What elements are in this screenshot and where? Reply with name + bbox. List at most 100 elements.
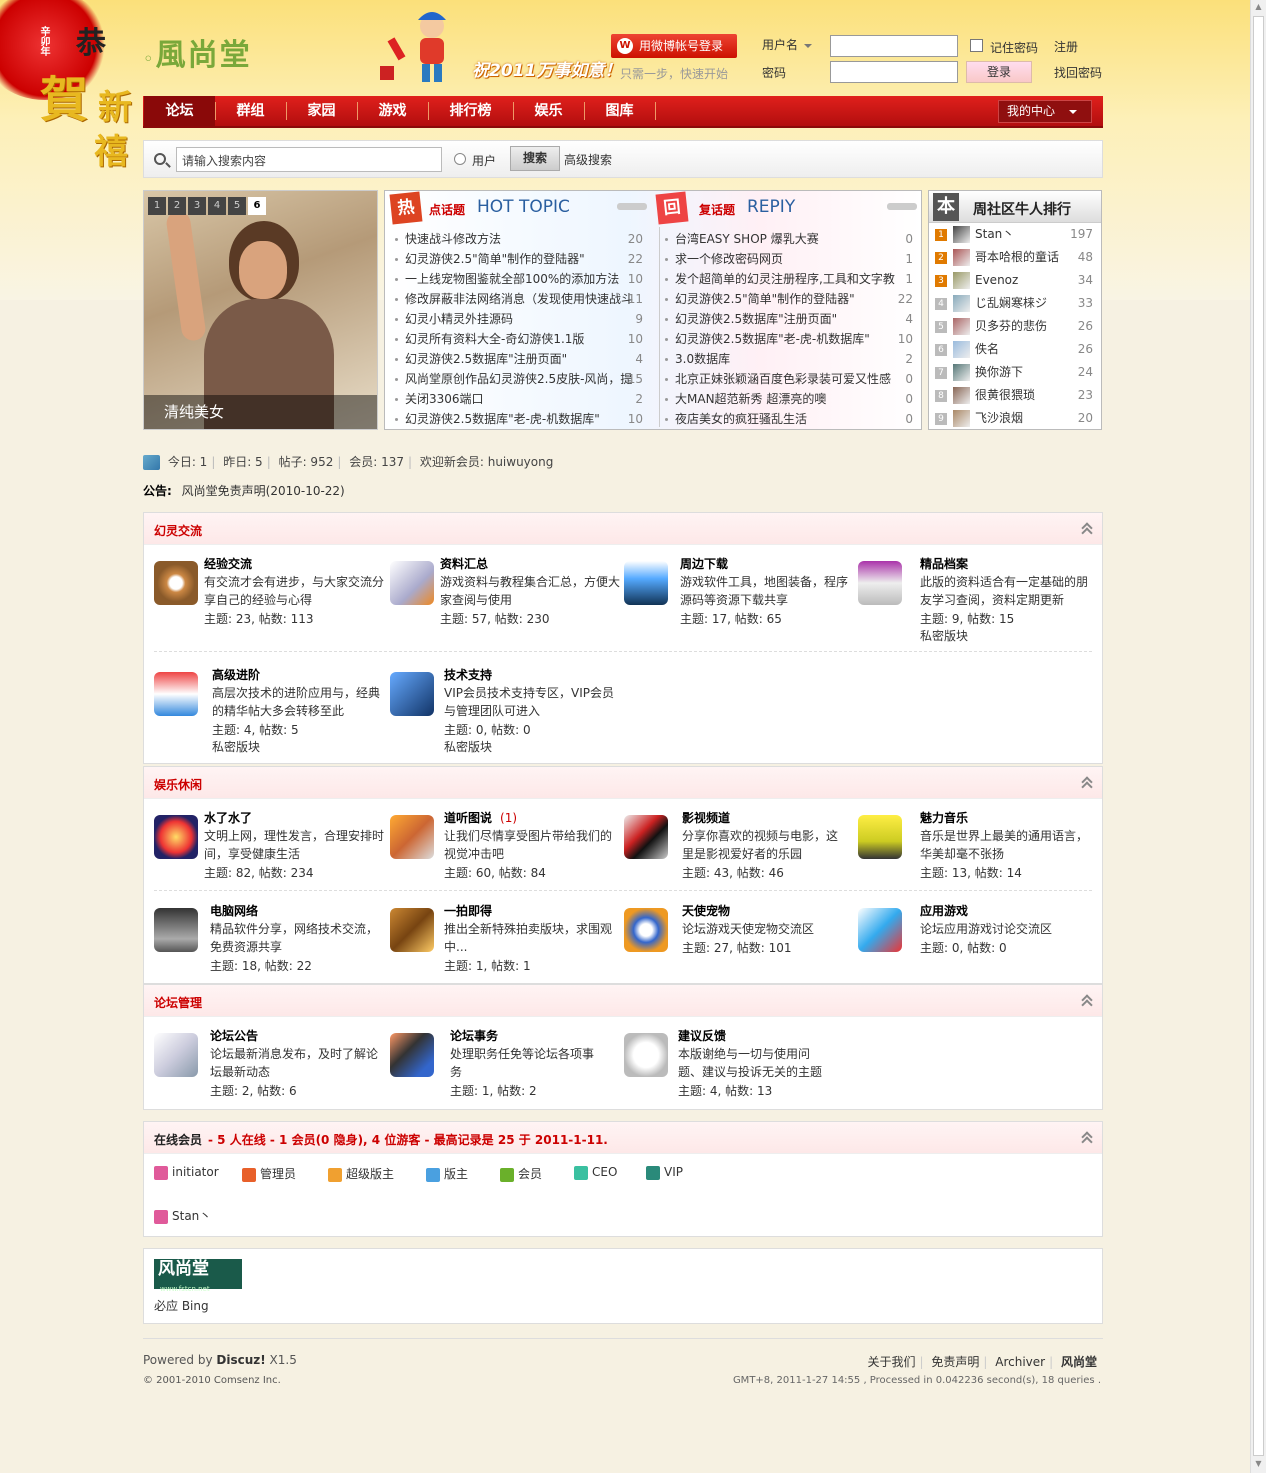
- forum-name-text[interactable]: 技术支持: [444, 668, 492, 682]
- topic-row[interactable]: 一上线宠物图鉴就全部100%的添加方法 10: [385, 269, 653, 289]
- topic-title[interactable]: 大MAN超范新秀 超漂亮的噢: [675, 389, 903, 409]
- forum-name-text[interactable]: 论坛事务: [450, 1029, 498, 1043]
- user-radio[interactable]: [454, 153, 466, 165]
- topic-row[interactable]: 大MAN超范新秀 超漂亮的噢 0: [655, 389, 923, 409]
- topic-row[interactable]: 幻灵游侠2.5数据库"注册页面" 4: [655, 309, 923, 329]
- announcement-link[interactable]: 风尚堂免责声明(2010-10-22): [182, 484, 345, 498]
- topic-title[interactable]: 幻灵小精灵外挂源码: [405, 309, 633, 329]
- site-logo[interactable]: ◦風尚堂: [143, 30, 252, 74]
- topic-title[interactable]: 北京正妹张颖涵百度色彩录装可爱又性感: [675, 369, 903, 389]
- avatar[interactable]: [953, 295, 970, 312]
- ranking-row[interactable]: 7 换你游下 24: [929, 361, 1101, 384]
- forgot-password-link[interactable]: 找回密码: [1054, 64, 1102, 81]
- topic-title[interactable]: 夜店美女的疯狂骚乱生活: [675, 409, 903, 429]
- rank-user-name[interactable]: 飞沙浪烟: [975, 407, 1023, 430]
- forum-name[interactable]: 精品档案: [920, 555, 968, 572]
- my-center-dropdown[interactable]: 我的中心: [998, 100, 1092, 123]
- forum-name[interactable]: 水了水了: [204, 809, 252, 826]
- snail-pet-icon[interactable]: [624, 908, 668, 952]
- forum-item[interactable]: 精品档案 此版的资料适合有一定基础的朋 友学习查阅，资料定期更新 主题: 9, 帖数:…: [858, 555, 1088, 655]
- topic-title[interactable]: 幻灵游侠2.5"简单"制作的登陆器": [405, 249, 633, 269]
- stat-newest-member[interactable]: 欢迎新会员: huiwuyong: [420, 455, 554, 469]
- forum-name[interactable]: 道听图说 (1): [444, 809, 517, 826]
- collapse-icon[interactable]: [1082, 995, 1092, 1005]
- nav-item-ranking[interactable]: 排行榜: [428, 96, 513, 126]
- ranking-row[interactable]: 6 佚名 26: [929, 338, 1101, 361]
- rank-user-name[interactable]: じ乱娴寒梾ジ: [975, 292, 1047, 315]
- ranking-row[interactable]: 1 Stan丶 197: [929, 223, 1101, 246]
- topic-title[interactable]: 关闭3306端口: [405, 389, 633, 409]
- download-arrow-icon[interactable]: [624, 561, 668, 605]
- archive-box-icon[interactable]: [858, 561, 902, 605]
- register-link[interactable]: 注册: [1054, 38, 1078, 55]
- forum-name-text[interactable]: 周边下载: [680, 557, 728, 571]
- forum-item[interactable]: 资料汇总 游戏资料与教程集合汇总，方便大 家查阅与使用 主题: 57, 帖数: 230: [390, 555, 620, 655]
- ranking-row[interactable]: 8 很黄很猥琐 23: [929, 384, 1101, 407]
- slide-tab[interactable]: 4: [208, 197, 226, 215]
- cartoon-chat-icon[interactable]: [154, 815, 198, 859]
- forum-name-text[interactable]: 经验交流: [204, 557, 252, 571]
- slide-tab[interactable]: 2: [168, 197, 186, 215]
- topic-row[interactable]: 台湾EASY SHOP 爆乳大赛 0: [655, 229, 923, 249]
- avatar[interactable]: [953, 341, 970, 358]
- topic-row[interactable]: 幻灵游侠2.5"简单"制作的登陆器" 22: [655, 289, 923, 309]
- topic-row[interactable]: 求一个修改密码网页 1: [655, 249, 923, 269]
- avatar[interactable]: [953, 226, 970, 243]
- discuz-link[interactable]: Discuz!: [216, 1353, 265, 1367]
- collapse-icon[interactable]: [1082, 1132, 1092, 1142]
- search-button[interactable]: 搜索: [510, 146, 560, 171]
- rank-user-name[interactable]: 换你游下: [975, 361, 1023, 384]
- forum-item[interactable]: 道听图说 (1) 让我们尽情享受图片带给我们的 视觉冲击吧 主题: 60, 帖数: 84: [390, 809, 620, 909]
- username-label[interactable]: 用户名: [762, 36, 813, 53]
- topic-title[interactable]: 幻灵游侠2.5"简单"制作的登陆器": [675, 289, 903, 309]
- scroll-thumb[interactable]: [1253, 16, 1264, 1456]
- section-title[interactable]: 论坛管理: [154, 994, 202, 1011]
- monitor-dvd-icon[interactable]: [624, 815, 668, 859]
- topic-row[interactable]: 北京正妹张颖涵百度色彩录装可爱又性感 0: [655, 369, 923, 389]
- forum-name[interactable]: 技术支持: [444, 666, 492, 683]
- rank-user-name[interactable]: 贝多芬的悲伤: [975, 315, 1047, 338]
- image-slideshow[interactable]: 123456 清纯美女: [143, 190, 378, 430]
- ranking-row[interactable]: 2 哥本哈根的童话 48: [929, 246, 1101, 269]
- password-input[interactable]: [830, 61, 958, 83]
- music-player-icon[interactable]: [858, 815, 902, 859]
- sailboat-game-icon[interactable]: [858, 908, 902, 952]
- avatar[interactable]: [953, 387, 970, 404]
- nav-item-forum[interactable]: 论坛: [144, 96, 215, 126]
- photo-gallery-icon[interactable]: [390, 815, 434, 859]
- forum-name-text[interactable]: 高级进阶: [212, 668, 260, 682]
- notice-document-icon[interactable]: [154, 1033, 198, 1077]
- ranking-row[interactable]: 3 Evenoz 34: [929, 269, 1101, 292]
- slide-tab[interactable]: 1: [148, 197, 166, 215]
- footer-link-disclaimer[interactable]: 免责声明: [931, 1355, 979, 1369]
- footer-link-archiver[interactable]: Archiver: [995, 1355, 1045, 1369]
- forum-name-text[interactable]: 建议反馈: [678, 1029, 726, 1043]
- section-title[interactable]: 幻灵交流: [154, 522, 202, 539]
- ranking-row[interactable]: 9 飞沙浪烟 20: [929, 407, 1101, 430]
- pencil-paper-icon[interactable]: [390, 561, 434, 605]
- forum-name-text[interactable]: 电脑网络: [210, 904, 258, 918]
- topic-title[interactable]: 3.0数据库: [675, 349, 903, 369]
- topic-title[interactable]: 发个超简单的幻灵注册程序,工具和文字教: [675, 269, 903, 289]
- slide-tab[interactable]: 3: [188, 197, 206, 215]
- footer-link-site[interactable]: 风尚堂: [1061, 1355, 1097, 1369]
- friend-link-bing[interactable]: 必应 Bing: [154, 1297, 209, 1314]
- topic-title[interactable]: 风尚堂原创作品幻灵游侠2.5皮肤-风尚，提: [405, 369, 633, 389]
- forum-name[interactable]: 一拍即得: [444, 902, 492, 919]
- forum-item[interactable]: 影视频道 分享你喜欢的视频与电影，这 里是影视爱好者的乐园 主题: 43, 帖数: 4…: [624, 809, 854, 909]
- collapse-icon[interactable]: [1082, 523, 1092, 533]
- weibo-login-button[interactable]: W 用微博帐号登录: [611, 34, 737, 58]
- hot-topic-more[interactable]: [617, 203, 647, 210]
- topic-title[interactable]: 求一个修改密码网页: [675, 249, 903, 269]
- topic-row[interactable]: 幻灵游侠2.5"简单"制作的登陆器" 22: [385, 249, 653, 269]
- slide-tab-active[interactable]: 6: [248, 197, 266, 215]
- office-manager-icon[interactable]: [390, 1033, 434, 1077]
- slide-tab[interactable]: 5: [228, 197, 246, 215]
- topic-row[interactable]: 3.0数据库 2: [655, 349, 923, 369]
- username-input[interactable]: [830, 35, 958, 57]
- forum-name-text[interactable]: 应用游戏: [920, 904, 968, 918]
- topic-row[interactable]: 修改屏蔽非法网络消息（发现使用快速战斗 11: [385, 289, 653, 309]
- topic-row[interactable]: 夜店美女的疯狂骚乱生活 0: [655, 409, 923, 429]
- nav-item-home[interactable]: 家园: [286, 96, 357, 126]
- topic-row[interactable]: 幻灵所有资料大全-奇幻游侠1.1版 10: [385, 329, 653, 349]
